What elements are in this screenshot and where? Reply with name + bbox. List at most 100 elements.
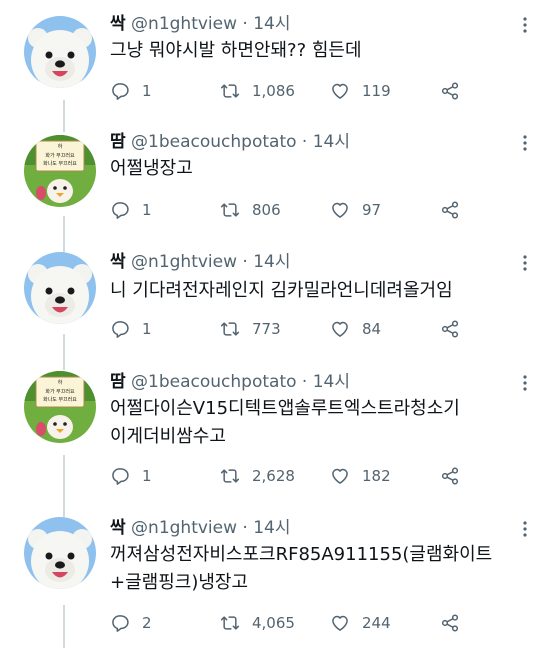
share-button[interactable] <box>440 464 472 488</box>
reply-icon <box>112 468 129 485</box>
more-icon[interactable] <box>515 15 535 35</box>
thread-line <box>63 100 65 132</box>
timestamp[interactable]: 14시 <box>253 252 290 272</box>
user-handle[interactable]: @1beacouchpotato <box>131 132 296 152</box>
display-name[interactable]: 싹 <box>110 518 126 538</box>
retweet-icon <box>220 322 240 336</box>
thread-line <box>63 216 65 252</box>
user-handle[interactable]: @1beacouchpotato <box>131 372 296 392</box>
retweet-count: 2,628 <box>252 467 295 485</box>
tweet-text-line: 니 기다려전자레인지 김카밀라언니데려올거임 <box>110 280 453 301</box>
chick-avatar-image: 하 화가 부끄러요 화나도 부끄러요 <box>24 371 96 443</box>
bear-avatar-image <box>24 517 96 589</box>
reply-icon <box>112 615 129 632</box>
reply-icon <box>112 83 129 100</box>
more-icon[interactable] <box>515 133 535 153</box>
retweet-button[interactable]: 1,086 <box>220 79 295 103</box>
avatar[interactable]: 하 화가 부끄러요 화나도 부끄러요 <box>24 135 96 207</box>
heart-icon <box>332 83 348 99</box>
reply-button[interactable]: 1 <box>110 317 152 341</box>
retweet-button[interactable]: 2,628 <box>220 464 295 488</box>
like-button[interactable]: 119 <box>330 79 391 103</box>
tweet-text-line: 어쩔다이슨V15디텍트앱솔루트엑스트라청소기 <box>110 398 460 419</box>
avatar-sign-text: 화나도 부끄러요 <box>43 160 77 167</box>
share-icon <box>441 82 459 100</box>
more-icon[interactable] <box>515 253 535 273</box>
share-button[interactable] <box>440 317 472 341</box>
like-count: 84 <box>362 320 382 338</box>
user-handle[interactable]: @n1ghtview <box>131 14 237 34</box>
like-button[interactable]: 182 <box>330 464 391 488</box>
reply-icon <box>112 321 129 338</box>
thread-line <box>63 334 65 370</box>
tweet-text-line: 이게더비쌈수고 <box>110 426 226 447</box>
timestamp[interactable]: 14시 <box>253 518 290 538</box>
like-count: 182 <box>362 467 391 485</box>
timestamp[interactable]: 14시 <box>313 372 350 392</box>
tweet-text: 꺼져삼성전자비스포크RF85A911155(글램화이트 +글램핑크)냉장고 <box>110 541 540 597</box>
thread-line <box>63 455 65 517</box>
tweet-header: 땀 @1beacouchpotato · 14시 <box>110 131 350 153</box>
reply-count: 1 <box>142 320 152 338</box>
like-count: 97 <box>362 201 382 219</box>
tweet-actions: 1 806 97 <box>110 198 510 222</box>
tweet-text-line: 그냥 뭐야시발 하면안돼?? 힘든데 <box>110 40 362 61</box>
reply-button[interactable]: 2 <box>110 611 152 635</box>
like-button[interactable]: 97 <box>330 198 381 222</box>
bear-avatar-image <box>24 252 96 324</box>
heart-icon <box>332 468 348 484</box>
tweet-text: 어쩔다이슨V15디텍트앱솔루트엑스트라청소기 이게더비쌈수고 <box>110 395 540 451</box>
separator-dot: · <box>301 372 308 392</box>
like-count: 119 <box>362 82 391 100</box>
retweet-icon <box>220 616 240 630</box>
tweet-text: 어쩔냉장고 <box>110 155 540 183</box>
like-button[interactable]: 244 <box>330 611 391 635</box>
retweet-count: 806 <box>252 201 281 219</box>
retweet-count: 4,065 <box>252 614 295 632</box>
display-name[interactable]: 땀 <box>110 372 126 392</box>
reply-count: 1 <box>142 82 152 100</box>
timestamp[interactable]: 14시 <box>253 14 290 34</box>
reply-button[interactable]: 1 <box>110 198 152 222</box>
share-icon <box>441 320 459 338</box>
display-name[interactable]: 싹 <box>110 252 126 272</box>
retweet-icon <box>220 84 240 98</box>
reply-button[interactable]: 1 <box>110 79 152 103</box>
separator-dot: · <box>301 132 308 152</box>
retweet-button[interactable]: 806 <box>220 198 281 222</box>
tweet-text-line: +글램핑크)냉장고 <box>110 572 249 593</box>
avatar[interactable] <box>24 16 96 88</box>
share-button[interactable] <box>440 198 472 222</box>
user-handle[interactable]: @n1ghtview <box>131 252 237 272</box>
reply-count: 1 <box>142 467 152 485</box>
display-name[interactable]: 땀 <box>110 132 126 152</box>
more-icon[interactable] <box>515 373 535 393</box>
reply-button[interactable]: 1 <box>110 464 152 488</box>
timestamp[interactable]: 14시 <box>313 132 350 152</box>
share-icon <box>441 467 459 485</box>
tweet-header: 땀 @1beacouchpotato · 14시 <box>110 371 350 393</box>
display-name[interactable]: 싹 <box>110 14 126 34</box>
share-button[interactable] <box>440 79 472 103</box>
avatar-sign-text: 하 <box>58 379 63 386</box>
avatar[interactable] <box>24 517 96 589</box>
more-icon[interactable] <box>515 519 535 539</box>
retweet-button[interactable]: 4,065 <box>220 611 295 635</box>
share-button[interactable] <box>440 611 472 635</box>
tweet-header: 싹 @n1ghtview · 14시 <box>110 13 291 35</box>
tweet-header: 싹 @n1ghtview · 14시 <box>110 517 291 539</box>
separator-dot: · <box>242 252 248 272</box>
avatar[interactable] <box>24 252 96 324</box>
retweet-button[interactable]: 773 <box>220 317 281 341</box>
tweet-text-line: 꺼져삼성전자비스포크RF85A911155(글램화이트 <box>110 544 493 565</box>
user-handle[interactable]: @n1ghtview <box>131 518 237 538</box>
tweet-actions: 2 4,065 244 <box>110 611 510 635</box>
tweet-actions: 1 773 84 <box>110 317 510 341</box>
like-button[interactable]: 84 <box>330 317 381 341</box>
avatar-sign-text: 화나도 부끄러요 <box>43 396 77 403</box>
separator-dot: · <box>242 518 248 538</box>
chick-avatar-image: 하 화가 부끄러요 화나도 부끄러요 <box>24 135 96 207</box>
heart-icon <box>332 615 348 631</box>
avatar[interactable]: 하 화가 부끄러요 화나도 부끄러요 <box>24 371 96 443</box>
retweet-count: 773 <box>252 320 281 338</box>
